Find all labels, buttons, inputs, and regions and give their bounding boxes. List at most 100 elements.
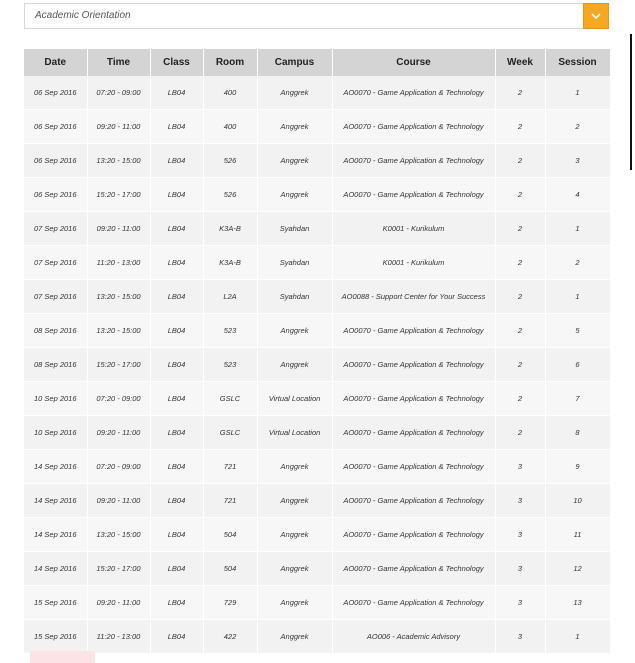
column-header-session: Session (545, 49, 611, 76)
cell-session: 11 (545, 517, 611, 552)
cell-week: 2 (495, 347, 546, 382)
table-row: 08 Sep 2016 13:20 - 15:00 LB04 523 Anggrek AO… (24, 313, 611, 348)
cell-week: 3 (495, 585, 546, 620)
cell-room: K3A-B (203, 245, 258, 280)
cell-room: 400 (203, 76, 258, 110)
cell-date: 08 Sep 2016 (24, 347, 88, 382)
cell-room: 523 (203, 313, 258, 348)
cell-session: 12 (545, 551, 611, 586)
column-header-time: Time (87, 49, 151, 76)
cell-week: 2 (495, 76, 546, 110)
cell-week: 3 (495, 517, 546, 552)
cell-campus: Virtual Location (257, 381, 333, 416)
scrollbar-indicator[interactable] (630, 34, 632, 170)
cell-room: L2A (203, 279, 258, 314)
cell-time: 07:20 - 09:00 (87, 381, 151, 416)
schedule-table: Date Time Class Room Campus Course Week … (24, 49, 611, 654)
cell-time: 15:20 - 17:00 (87, 347, 151, 382)
cell-room: 729 (203, 585, 258, 620)
cell-time: 07:20 - 09:00 (87, 449, 151, 484)
cell-class: LB04 (150, 76, 204, 110)
cell-week: 2 (495, 177, 546, 212)
cell-session: 1 (545, 279, 611, 314)
cell-room: 422 (203, 619, 258, 654)
cell-date: 14 Sep 2016 (24, 449, 88, 484)
chevron-down-icon[interactable] (583, 3, 609, 29)
cell-campus: Syahdan (257, 211, 333, 246)
cell-week: 2 (495, 415, 546, 450)
table-row: 10 Sep 2016 07:20 - 09:00 LB04 GSLC Virtual … (24, 381, 611, 416)
cell-room: K3A-B (203, 211, 258, 246)
cell-date: 10 Sep 2016 (24, 381, 88, 416)
cell-room: 526 (203, 177, 258, 212)
cell-class: LB04 (150, 619, 204, 654)
cell-room: 526 (203, 143, 258, 178)
cell-week: 2 (495, 143, 546, 178)
cell-course: AO0070 - Game Application & Technology (332, 381, 496, 416)
cell-class: LB04 (150, 517, 204, 552)
cell-time: 13:20 - 15:00 (87, 279, 151, 314)
cell-campus: Anggrek (257, 76, 333, 110)
table-row: 15 Sep 2016 11:20 - 13:00 LB04 422 Anggrek AO… (24, 619, 611, 654)
cell-campus: Virtual Location (257, 415, 333, 450)
cell-course: AO0070 - Game Application & Technology (332, 177, 496, 212)
column-header-course: Course (332, 49, 496, 76)
cell-course: AO0070 - Game Application & Technology (332, 415, 496, 450)
cell-campus: Anggrek (257, 177, 333, 212)
cell-session: 6 (545, 347, 611, 382)
cell-course: AO0070 - Game Application & Technology (332, 483, 496, 518)
cell-time: 13:20 - 15:00 (87, 517, 151, 552)
cell-campus: Anggrek (257, 109, 333, 144)
cell-room: 400 (203, 109, 258, 144)
cell-campus: Anggrek (257, 143, 333, 178)
table-row: 10 Sep 2016 09:20 - 11:00 LB04 GSLC Virtual … (24, 415, 611, 450)
cell-session: 3 (545, 143, 611, 178)
cell-week: 2 (495, 313, 546, 348)
cell-week: 3 (495, 551, 546, 586)
cell-course: K0001 - Kurikulum (332, 211, 496, 246)
cell-class: LB04 (150, 109, 204, 144)
cell-date: 06 Sep 2016 (24, 109, 88, 144)
column-header-date: Date (24, 49, 88, 76)
pagination-button[interactable] (30, 651, 95, 663)
cell-campus: Anggrek (257, 619, 333, 654)
cell-campus: Anggrek (257, 449, 333, 484)
cell-date: 06 Sep 2016 (24, 143, 88, 178)
cell-date: 15 Sep 2016 (24, 585, 88, 620)
cell-course: AO0070 - Game Application & Technology (332, 76, 496, 110)
cell-date: 15 Sep 2016 (24, 619, 88, 654)
column-header-room: Room (203, 49, 258, 76)
table-row: 07 Sep 2016 09:20 - 11:00 LB04 K3A-B Syahdan… (24, 211, 611, 246)
cell-time: 07:20 - 09:00 (87, 76, 151, 110)
table-row: 07 Sep 2016 11:20 - 13:00 LB04 K3A-B Syahdan… (24, 245, 611, 280)
column-header-campus: Campus (257, 49, 333, 76)
cell-course: AO0070 - Game Application & Technology (332, 449, 496, 484)
cell-room: 504 (203, 551, 258, 586)
cell-time: 09:20 - 11:00 (87, 483, 151, 518)
table-row: 15 Sep 2016 09:20 - 11:00 LB04 729 Anggrek AO… (24, 585, 611, 620)
cell-week: 3 (495, 449, 546, 484)
table-row: 14 Sep 2016 09:20 - 11:00 LB04 721 Anggrek AO… (24, 483, 611, 518)
cell-time: 09:20 - 11:00 (87, 415, 151, 450)
cell-course: AO0070 - Game Application & Technology (332, 347, 496, 382)
cell-date: 10 Sep 2016 (24, 415, 88, 450)
cell-date: 06 Sep 2016 (24, 177, 88, 212)
cell-date: 07 Sep 2016 (24, 245, 88, 280)
cell-class: LB04 (150, 585, 204, 620)
cell-time: 11:20 - 13:00 (87, 245, 151, 280)
table-row: 06 Sep 2016 07:20 - 09:00 LB04 400 Anggrek AO… (24, 76, 611, 110)
table-row: 14 Sep 2016 07:20 - 09:00 LB04 721 Anggrek AO… (24, 449, 611, 484)
cell-time: 09:20 - 11:00 (87, 585, 151, 620)
cell-time: 15:20 - 17:00 (87, 551, 151, 586)
cell-course: K0001 - Kurikulum (332, 245, 496, 280)
cell-session: 9 (545, 449, 611, 484)
cell-time: 09:20 - 11:00 (87, 109, 151, 144)
cell-date: 14 Sep 2016 (24, 551, 88, 586)
cell-session: 10 (545, 483, 611, 518)
course-filter-select[interactable]: Academic Orientation (24, 3, 609, 29)
cell-session: 8 (545, 415, 611, 450)
cell-time: 13:20 - 15:00 (87, 313, 151, 348)
cell-class: LB04 (150, 245, 204, 280)
cell-class: LB04 (150, 313, 204, 348)
cell-week: 2 (495, 381, 546, 416)
